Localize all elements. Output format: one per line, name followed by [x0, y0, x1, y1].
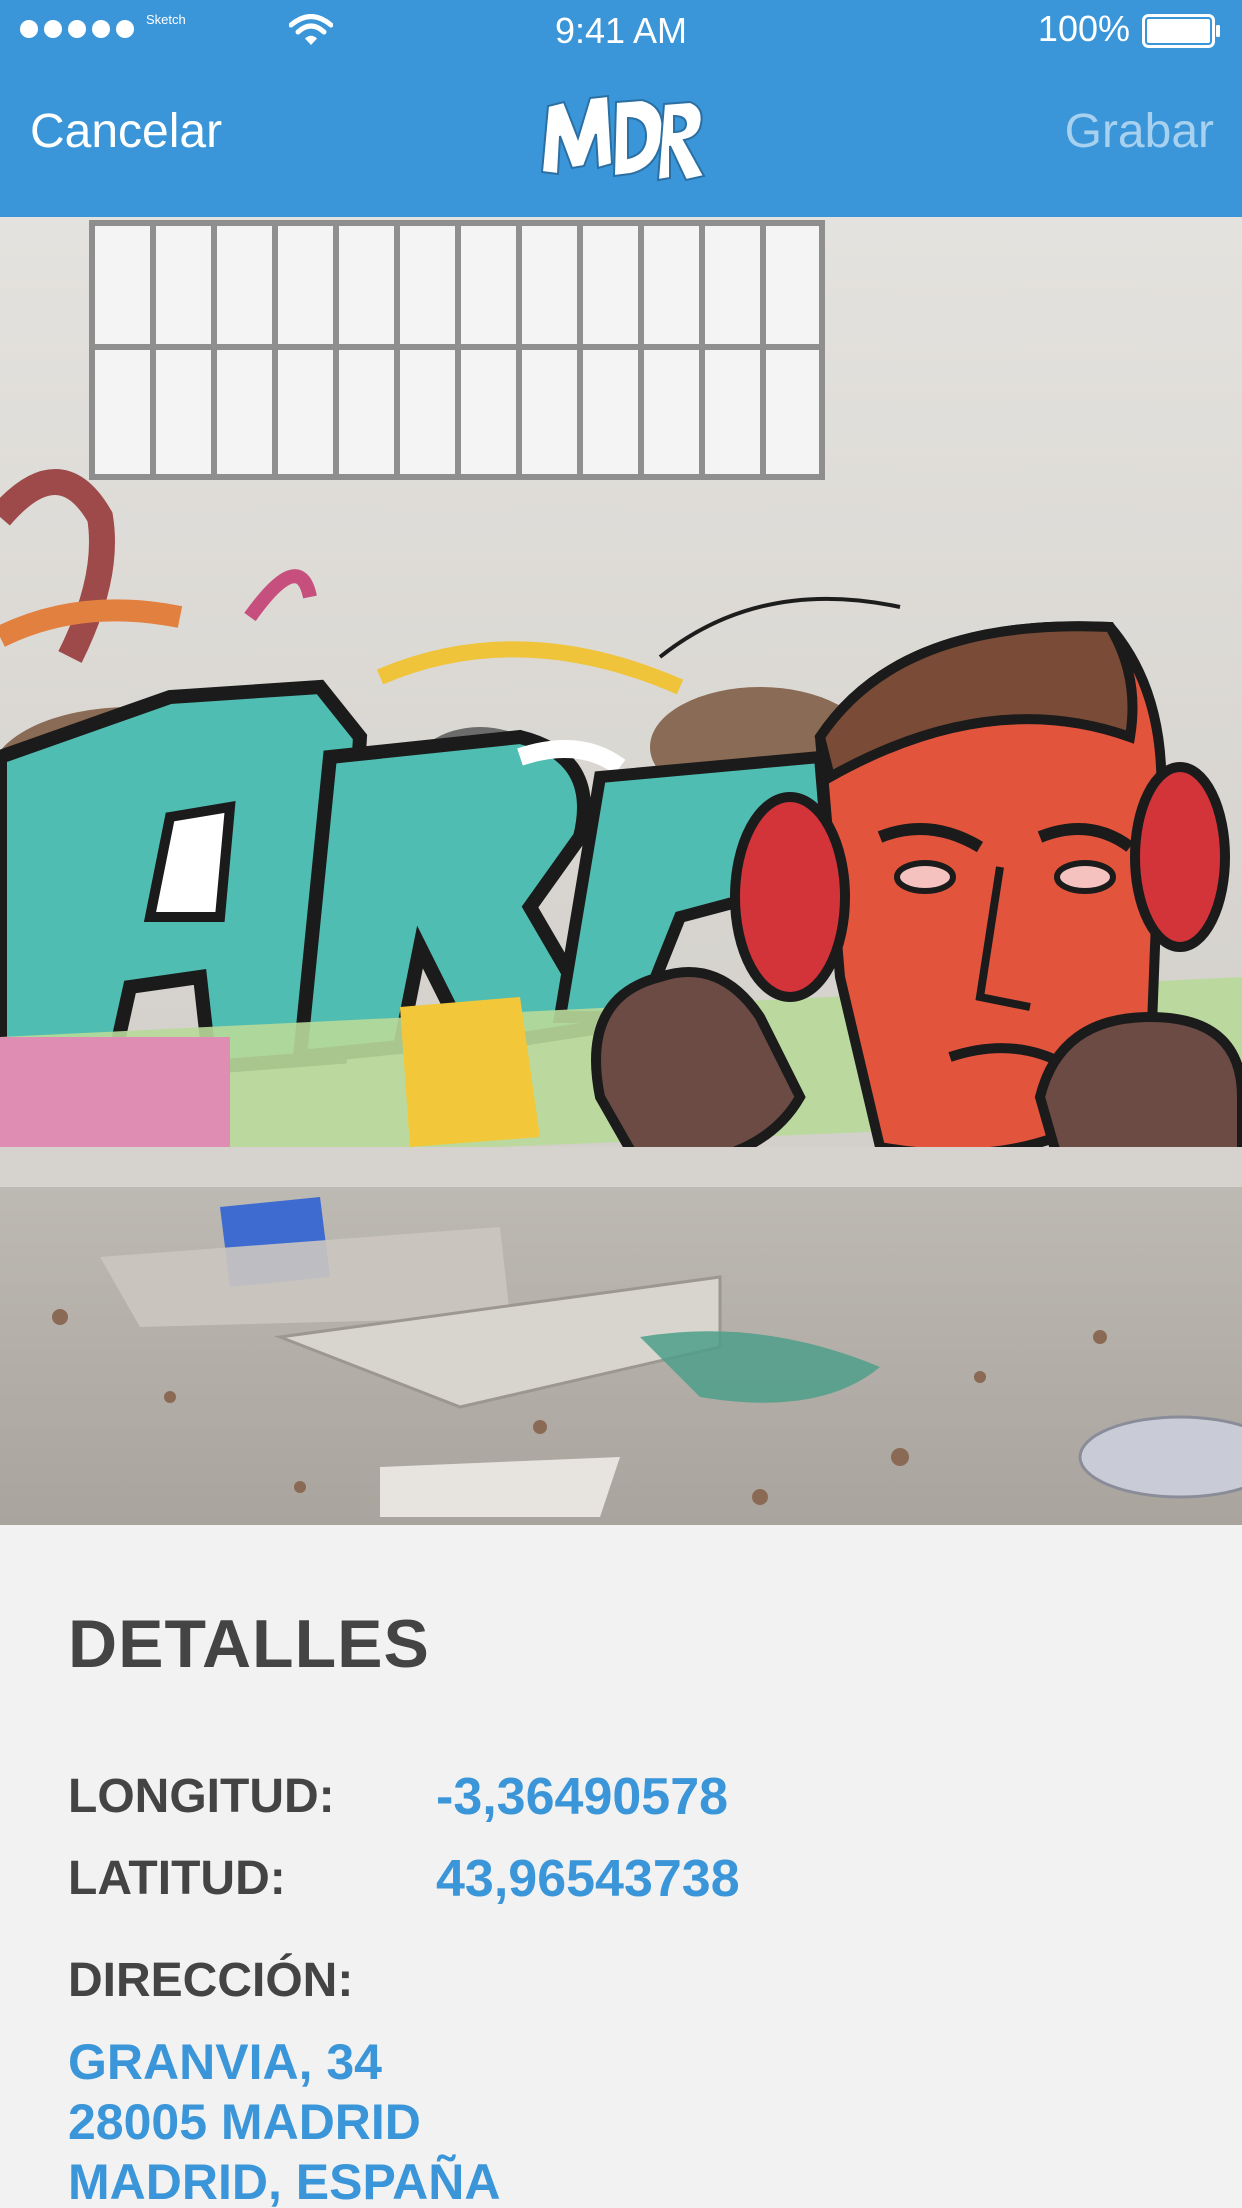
- navigation-bar: Cancelar Grabar: [0, 60, 1242, 217]
- longitude-value: -3,36490578: [436, 1768, 729, 1826]
- address-label: DIRECCIÓN:: [68, 1954, 354, 2007]
- details-section: DETALLES LONGITUD: -3,36490578 LATITUD: …: [0, 1525, 1242, 2208]
- battery-icon: [1142, 14, 1220, 48]
- cancel-button[interactable]: Cancelar: [30, 104, 222, 159]
- longitude-label: LONGITUD:: [68, 1770, 335, 1823]
- photo-detail-screen: Sketch 9:41 AM 100% Cancelar Grabar DETA…: [0, 0, 1242, 2208]
- battery-percentage: 100%: [1037, 8, 1130, 49]
- graffiti-mural-image: [0, 217, 1242, 1525]
- mdr-logo-icon: [540, 94, 706, 182]
- status-bar: Sketch 9:41 AM 100%: [0, 0, 1242, 60]
- address-line-region-country: MADRID, ESPAÑA: [68, 2154, 501, 2208]
- latitude-label: LATITUD:: [68, 1852, 286, 1905]
- header: Sketch 9:41 AM 100% Cancelar Grabar: [0, 0, 1242, 217]
- address-line-postal-city: 28005 MADRID: [68, 2094, 421, 2150]
- latitude-value: 43,96543738: [436, 1850, 740, 1908]
- save-button[interactable]: Grabar: [1065, 104, 1214, 159]
- details-title: DETALLES: [68, 1606, 430, 1682]
- graffiti-photo: [0, 217, 1242, 1525]
- address-line-street: GRANVIA, 34: [68, 2034, 382, 2090]
